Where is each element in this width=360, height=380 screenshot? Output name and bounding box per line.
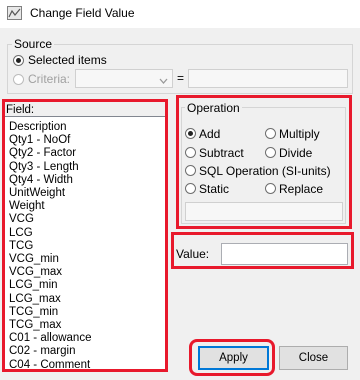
selected-items-label: Selected items — [28, 53, 107, 67]
sql-operation-radio[interactable] — [185, 165, 196, 176]
criteria-label: Criteria: — [28, 72, 71, 86]
field-list-item[interactable]: TCG_max — [9, 319, 61, 331]
subtract-radio[interactable] — [185, 147, 196, 158]
field-list-item[interactable]: Weight — [9, 200, 45, 212]
field-list-item[interactable]: Qty4 - Width — [9, 174, 73, 186]
static-label: Static — [199, 182, 230, 196]
field-list-item[interactable]: C01 - allowance — [9, 332, 91, 344]
field-list-item[interactable]: Qty3 - Length — [9, 161, 79, 173]
operation-legend: Operation — [185, 101, 242, 115]
multiply-label: Multiply — [279, 127, 320, 141]
window-title: Change Field Value — [30, 6, 135, 20]
field-list-item[interactable]: VCG — [9, 213, 34, 225]
source-legend: Source — [12, 37, 55, 51]
field-list-item[interactable]: LCG_max — [9, 293, 61, 305]
close-button[interactable]: Close — [279, 346, 348, 370]
sql-operation-input[interactable] — [185, 202, 343, 221]
replace-label: Replace — [279, 182, 324, 196]
sql-operation-label: SQL Operation (SI-units) — [199, 164, 331, 178]
equals-sign: = — [177, 71, 185, 85]
subtract-label: Subtract — [199, 146, 244, 160]
multiply-radio[interactable] — [265, 128, 276, 139]
field-list-item[interactable]: VCG_max — [9, 266, 62, 278]
field-list-item[interactable]: LCG — [9, 227, 33, 239]
field-list-item[interactable]: UnitWeight — [9, 187, 65, 199]
field-list-item[interactable]: LCG_min — [9, 279, 58, 291]
criteria-dropdown[interactable] — [75, 69, 173, 88]
static-radio[interactable] — [185, 183, 196, 194]
replace-radio[interactable] — [265, 183, 276, 194]
field-list-item[interactable]: Description — [9, 121, 67, 133]
criteria-radio[interactable] — [13, 74, 24, 85]
field-list-item[interactable]: TCG_min — [9, 306, 58, 318]
add-label: Add — [199, 127, 221, 141]
field-list-item[interactable]: C02 - margin — [9, 345, 75, 357]
field-label: Field: — [6, 104, 35, 116]
value-label: Value: — [176, 247, 210, 261]
title-bar: Change Field Value — [0, 0, 360, 28]
field-list-item[interactable]: Qty2 - Factor — [9, 147, 76, 159]
app-icon — [7, 6, 22, 20]
add-radio[interactable] — [185, 128, 196, 139]
field-list-item[interactable]: C04 - Comment — [9, 359, 90, 369]
field-listbox[interactable]: Description Qty1 - NoOf Qty2 - Factor Qty3 … — [4, 116, 167, 370]
chevron-down-icon — [159, 74, 168, 88]
selected-items-radio[interactable] — [13, 55, 24, 66]
value-input[interactable] — [221, 243, 348, 265]
divide-radio[interactable] — [265, 147, 276, 158]
field-list-item[interactable]: TCG — [9, 240, 33, 252]
apply-button[interactable]: Apply — [198, 346, 269, 370]
field-list-item[interactable]: VCG_min — [9, 253, 59, 265]
field-list-item[interactable]: Qty1 - NoOf — [9, 134, 70, 146]
criteria-value-input[interactable] — [188, 69, 348, 88]
divide-label: Divide — [279, 146, 313, 160]
